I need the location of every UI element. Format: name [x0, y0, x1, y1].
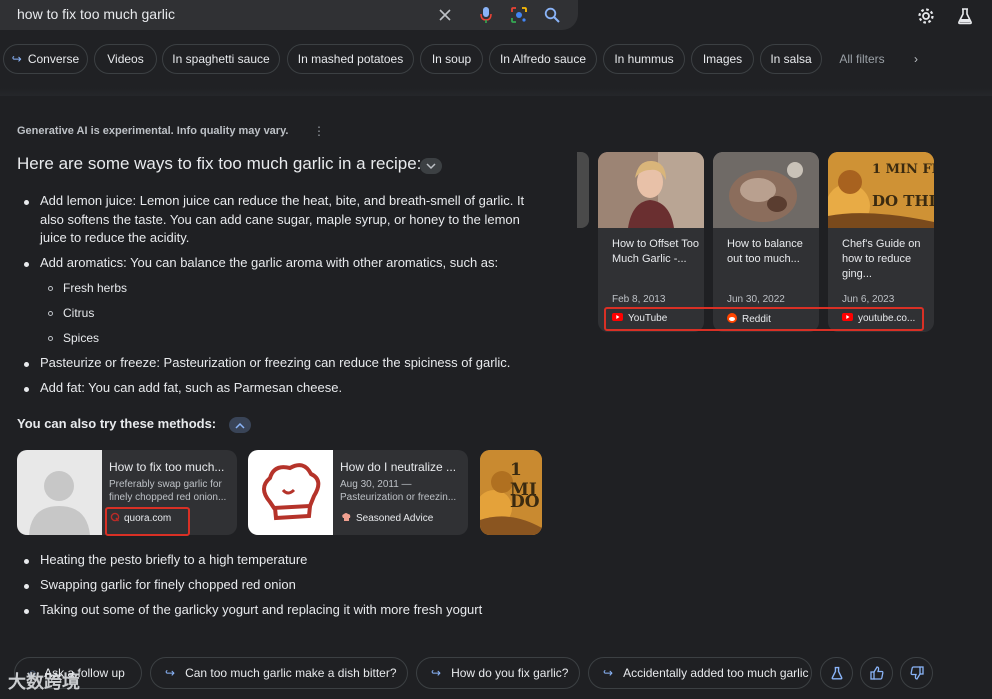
highlight-box — [604, 307, 924, 331]
sub-item-spices: Spices — [63, 331, 100, 345]
bullet-dot — [24, 559, 29, 564]
video-date: Jun 6, 2023 — [842, 294, 895, 305]
video-card-youtube[interactable]: How to Offset Too Much Garlic -... Feb 8… — [598, 152, 704, 332]
thumb-caption: DO THIS — [872, 192, 934, 210]
bullet-pasteurize: Pasteurize or freeze: Pasteurization or … — [40, 355, 511, 370]
collapse-button[interactable] — [420, 158, 442, 174]
ai-headline: Here are some ways to fix too much garli… — [17, 154, 422, 173]
chip-converse[interactable]: ↪ Converse — [3, 44, 88, 74]
thumbs-down-icon — [910, 666, 924, 680]
thumbs-down-button[interactable] — [900, 657, 933, 689]
chip-spaghetti-sauce[interactable]: In spaghetti sauce — [162, 44, 280, 74]
chip-mashed-potatoes[interactable]: In mashed potatoes — [287, 44, 414, 74]
search-icon[interactable] — [541, 4, 563, 26]
video-card-youtube-2[interactable]: 1 MIN FI DO THIS Chef's Guide on how to … — [828, 152, 934, 332]
video-card-reddit[interactable]: How to balance out too much... Jun 30, 2… — [713, 152, 819, 332]
mic-icon[interactable] — [475, 4, 497, 26]
bullet-dot — [24, 584, 29, 589]
bullet-dot — [24, 362, 29, 367]
chevron-up-icon — [235, 422, 245, 429]
chevron-right-icon[interactable]: › — [906, 44, 926, 74]
bullet-dot — [24, 387, 29, 392]
highlight-box — [105, 507, 190, 536]
card-title: How do I neutralize ... — [340, 460, 457, 474]
also-try-title: You can also try these methods: — [17, 416, 217, 431]
watermark-text: 大数跨境 — [8, 672, 80, 692]
chip-alfredo-sauce[interactable]: In Alfredo sauce — [489, 44, 597, 74]
sub-bullet-circle — [48, 286, 53, 291]
bullet-aromatics: Add aromatics: You can balance the garli… — [40, 255, 499, 270]
video-thumbnail-image — [598, 152, 704, 228]
bullet-add-fat: Add fat: You can add fat, such as Parmes… — [40, 380, 343, 395]
followup-fix-garlic[interactable]: ↪ How do you fix garlic? — [416, 657, 580, 689]
bullet-swap-onion: Swapping garlic for finely chopped red o… — [40, 577, 296, 592]
filter-chips: ↪ Converse Videos In spaghetti sauce In m… — [0, 44, 992, 74]
video-date: Jun 30, 2022 — [727, 294, 785, 305]
thumbs-up-icon — [869, 666, 883, 680]
video-date: Feb 8, 2013 — [612, 294, 666, 305]
search-input[interactable]: how to fix too much garlic — [17, 6, 175, 22]
bullet-dot — [24, 262, 29, 267]
source-card-seasoned-advice[interactable]: How do I neutralize ... Aug 30, 2011 — P… — [248, 450, 468, 535]
source-card-partial[interactable]: 1 MI DO — [480, 450, 542, 535]
video-title: Chef's Guide on how to reduce ging... — [842, 238, 921, 280]
expand-button[interactable] — [229, 417, 251, 433]
sub-bullet-circle — [48, 311, 53, 316]
more-options-icon[interactable]: ⋮ — [313, 124, 325, 138]
sub-bullet-circle — [48, 336, 53, 341]
reply-arrow-icon: ↪ — [603, 666, 614, 680]
clear-icon[interactable] — [434, 4, 456, 26]
ai-notice: Generative AI is experimental. Info qual… — [17, 125, 289, 137]
sub-item-fresh-herbs: Fresh herbs — [63, 281, 128, 295]
thumb-caption: DO — [510, 492, 540, 512]
flask-icon — [831, 666, 842, 680]
card-source: Seasoned Advice — [341, 512, 433, 525]
video-title: How to Offset Too Much Garlic -... — [612, 238, 700, 265]
reply-arrow-icon: ↪ — [165, 666, 176, 680]
avatar-placeholder-image — [17, 450, 102, 535]
chip-all-filters[interactable]: All filters — [832, 44, 892, 74]
labs-button[interactable] — [820, 657, 853, 689]
chef-hat-image — [248, 450, 333, 535]
card-snippet: Aug 30, 2011 — Pasteurization or freezin… — [340, 479, 457, 503]
thumb-caption: 1 MIN FI — [872, 162, 934, 177]
bullet-lemon-juice: Add lemon juice: Lemon juice can reduce … — [40, 193, 525, 245]
chip-soup[interactable]: In soup — [420, 44, 483, 74]
bullet-yogurt: Taking out some of the garlicky yogurt a… — [40, 602, 483, 617]
settings-gear-icon[interactable] — [915, 5, 937, 27]
seasoned-advice-icon — [341, 512, 352, 525]
chip-videos[interactable]: Videos — [94, 44, 157, 74]
chip-images[interactable]: Images — [691, 44, 754, 74]
thumbs-up-button[interactable] — [860, 657, 893, 689]
chevron-down-icon — [426, 162, 436, 169]
labs-flask-icon[interactable] — [954, 5, 976, 27]
bullet-dot — [24, 200, 29, 205]
top-bar: how to fix too much garlic — [0, 0, 992, 36]
bullet-heating-pesto: Heating the pesto briefly to a high temp… — [40, 552, 308, 567]
scroll-previous-card-edge[interactable] — [577, 152, 589, 228]
card-title: How to fix too much... — [109, 460, 225, 474]
reply-arrow-icon: ↪ — [431, 666, 442, 680]
bullet-dot — [24, 609, 29, 614]
card-snippet: Preferably swap garlic for finely choppe… — [109, 479, 227, 503]
lens-icon[interactable] — [508, 4, 530, 26]
sub-item-citrus: Citrus — [63, 306, 95, 320]
chip-salsa[interactable]: In salsa — [760, 44, 822, 74]
search-box[interactable]: how to fix too much garlic — [0, 0, 578, 30]
video-title: How to balance out too much... — [727, 238, 803, 265]
reply-arrow-icon: ↪ — [11, 52, 22, 66]
followup-bitter[interactable]: ↪ Can too much garlic make a dish bitter… — [150, 657, 408, 689]
video-thumbnail-image: 1 MIN FI DO THIS — [828, 152, 934, 228]
video-thumbnail-image — [713, 152, 819, 228]
followup-accidentally[interactable]: ↪ Accidentally added too much garlic — [588, 657, 812, 689]
chip-hummus[interactable]: In hummus — [603, 44, 685, 74]
